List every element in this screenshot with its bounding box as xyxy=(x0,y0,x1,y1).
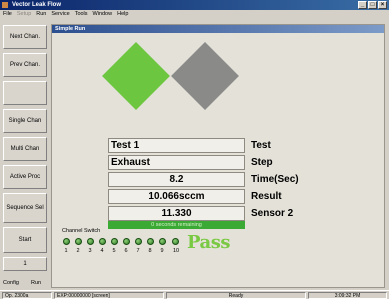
status-ready: Ready xyxy=(166,292,306,299)
time-label: Time(Sec) xyxy=(251,174,299,185)
start-button[interactable]: Start xyxy=(3,227,47,253)
active-proc-button[interactable]: Active Proc xyxy=(3,165,47,189)
channel-7-number: 7 xyxy=(136,248,140,254)
time-remaining-progress: 0 seconds remaining xyxy=(108,221,245,229)
multi-chan-button[interactable]: Multi Chan xyxy=(3,137,47,161)
channel-4-led[interactable] xyxy=(99,238,106,245)
channel-1-number: 1 xyxy=(64,248,68,254)
menu-bar: File Setup Run Service Tools Window Help xyxy=(0,10,389,19)
channel-number-button[interactable]: 1 xyxy=(3,257,47,271)
next-chan-button[interactable]: Next Chan. xyxy=(3,25,47,49)
status-indicator-right xyxy=(171,42,239,110)
sensor2-label: Sensor 2 xyxy=(251,208,294,219)
channel-9-number: 9 xyxy=(160,248,164,254)
channel-8-led[interactable] xyxy=(147,238,154,245)
pass-result-text: Pass xyxy=(187,232,230,253)
step-label: Step xyxy=(251,157,273,168)
menu-run[interactable]: Run xyxy=(36,10,46,19)
channel-2-number: 2 xyxy=(76,248,80,254)
menu-setup[interactable]: Setup xyxy=(17,10,31,19)
sequence-sel-button[interactable]: Sequence Sel xyxy=(3,193,47,223)
channel-10-number: 10 xyxy=(172,248,180,254)
window-title: Vector Leak Flow xyxy=(12,2,62,8)
window-titlebar: Vector Leak Flow _ □ × xyxy=(0,0,389,10)
channel-9-led[interactable] xyxy=(159,238,166,245)
prev-chan-button[interactable]: Prev Chan. xyxy=(3,53,47,77)
channel-switch-label: Channel Switch xyxy=(62,228,101,234)
channel-3-number: 3 xyxy=(88,248,92,254)
channel-5-number: 5 xyxy=(112,248,116,254)
run-tab[interactable]: Run xyxy=(31,280,41,286)
panel-title: Simple Run xyxy=(52,25,384,33)
channel-2-led[interactable] xyxy=(75,238,82,245)
minimize-button[interactable]: _ xyxy=(358,1,367,9)
test-label: Test xyxy=(251,140,271,151)
menu-tools[interactable]: Tools xyxy=(75,10,88,19)
channel-7-led[interactable] xyxy=(135,238,142,245)
time-value-field: 8.2 xyxy=(108,172,245,187)
result-label: Result xyxy=(251,191,282,202)
menu-file[interactable]: File xyxy=(3,10,12,19)
blank-button[interactable] xyxy=(3,81,47,105)
config-tab[interactable]: Config xyxy=(3,280,19,286)
close-button[interactable]: × xyxy=(378,1,387,9)
channel-10-led[interactable] xyxy=(172,238,179,245)
menu-help[interactable]: Help xyxy=(117,10,128,19)
channel-8-number: 8 xyxy=(148,248,152,254)
test-value-field: Test 1 xyxy=(108,138,245,153)
single-chan-button[interactable]: Single Chan xyxy=(3,109,47,133)
menu-service[interactable]: Service xyxy=(51,10,69,19)
simple-run-panel: Simple Run Test 1 Test Exhaust Step 8.2 … xyxy=(51,24,385,288)
step-value-field: Exhaust xyxy=(108,155,245,170)
result-value-field: 10.066sccm xyxy=(108,189,245,204)
sensor2-value-field: 11.330 xyxy=(108,206,245,221)
channel-4-number: 4 xyxy=(100,248,104,254)
channel-5-led[interactable] xyxy=(111,238,118,245)
status-operator: Op. 2300a xyxy=(2,292,52,299)
status-exp: EXP:00000000 [screen] xyxy=(54,292,164,299)
status-bar: Op. 2300a EXP:00000000 [screen] Ready 3:… xyxy=(0,290,389,299)
sidebar: Next Chan. Prev Chan. Single Chan Multi … xyxy=(0,19,50,291)
menu-window[interactable]: Window xyxy=(93,10,113,19)
channel-6-number: 6 xyxy=(124,248,128,254)
channel-3-led[interactable] xyxy=(87,238,94,245)
mode-tabs: Config Run xyxy=(0,280,50,290)
app-icon xyxy=(2,2,8,8)
status-clock: 3:09:32 PM xyxy=(308,292,387,299)
channel-6-led[interactable] xyxy=(123,238,130,245)
channel-1-led[interactable] xyxy=(63,238,70,245)
maximize-button[interactable]: □ xyxy=(368,1,377,9)
status-indicator-left xyxy=(102,42,170,110)
